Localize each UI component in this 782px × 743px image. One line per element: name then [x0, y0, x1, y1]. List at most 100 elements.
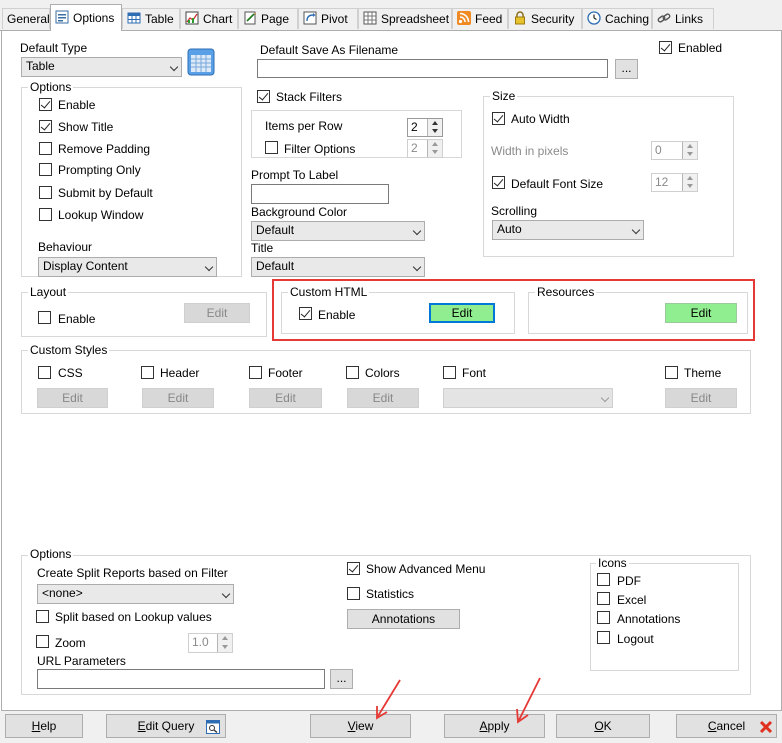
help-button[interactable]: Help: [5, 714, 83, 738]
width-in-pixels-label: Width in pixels: [491, 144, 569, 158]
split-reports-select[interactable]: <none>: [37, 584, 234, 604]
scrolling-select[interactable]: Auto: [492, 220, 644, 240]
url-parameters-input[interactable]: [37, 669, 325, 689]
default-type-label: Default Type: [20, 41, 88, 55]
prompting-only-label: Prompting Only: [58, 163, 141, 177]
spinner-down-icon[interactable]: [217, 643, 232, 652]
show-title-checkbox[interactable]: [39, 120, 52, 133]
calendar-table-icon[interactable]: [187, 48, 215, 76]
header-checkbox[interactable]: [141, 366, 154, 379]
remove-padding-checkbox[interactable]: [39, 142, 52, 155]
tab-label: Caching: [605, 12, 650, 26]
items-per-row-label: Items per Row: [265, 119, 343, 133]
css-checkbox[interactable]: [38, 366, 51, 379]
save-as-browse-button[interactable]: ...: [615, 59, 638, 79]
url-parameters-browse-button[interactable]: ...: [330, 669, 353, 689]
icons-annotations-checkbox[interactable]: [597, 611, 610, 624]
enabled-checkbox[interactable]: [659, 41, 672, 54]
tab-label: Table: [145, 12, 174, 26]
options-icon: [55, 7, 69, 24]
colors-checkbox[interactable]: [346, 366, 359, 379]
spinner-down-icon[interactable]: [682, 182, 697, 191]
default-type-select[interactable]: Table: [21, 57, 182, 77]
lookup-window-checkbox[interactable]: [39, 208, 52, 221]
tab-links[interactable]: Links: [652, 8, 714, 29]
layout-enable-label: Enable: [58, 312, 96, 326]
footer-edit-button[interactable]: Edit: [249, 388, 322, 408]
excel-checkbox[interactable]: [597, 592, 610, 605]
tab-table[interactable]: Table: [122, 8, 180, 29]
chevron-down-icon: [204, 262, 214, 272]
tab-pivot[interactable]: Pivot: [298, 8, 358, 29]
tab-chart[interactable]: Chart: [180, 8, 238, 29]
cancel-button[interactable]: Cancel: [676, 714, 777, 738]
tab-general[interactable]: General: [2, 8, 50, 29]
tab-label: Options: [73, 11, 115, 25]
width-value: 0: [655, 143, 662, 157]
footer-checkbox[interactable]: [249, 366, 262, 379]
header-edit-button[interactable]: Edit: [142, 388, 214, 408]
size-group-title: Size: [490, 89, 518, 103]
save-as-filename-input[interactable]: [257, 59, 608, 78]
css-edit-button[interactable]: Edit: [37, 388, 108, 408]
title-select[interactable]: Default: [251, 257, 425, 277]
tab-label: Chart: [203, 12, 233, 26]
background-color-select[interactable]: Default: [251, 221, 425, 241]
filter-options-checkbox[interactable]: [265, 141, 278, 154]
tab-page[interactable]: Page: [238, 8, 298, 29]
prompt-to-label-input[interactable]: [251, 184, 389, 204]
prompting-only-checkbox[interactable]: [39, 163, 52, 176]
font-size-spinner[interactable]: 12: [651, 173, 698, 192]
tab-label: Security: [531, 12, 575, 26]
tab-label: General: [7, 12, 50, 26]
tab-options[interactable]: Options: [50, 4, 122, 31]
theme-checkbox[interactable]: [665, 366, 678, 379]
edit-query-button[interactable]: Edit Query: [106, 714, 226, 738]
lookup-window-label: Lookup Window: [58, 208, 144, 222]
stack-filters-checkbox[interactable]: [257, 90, 270, 103]
tab-caching[interactable]: Caching: [582, 8, 652, 29]
zoom-value: 1.0: [192, 635, 209, 649]
tab-feed[interactable]: Feed: [452, 8, 508, 29]
font-checkbox[interactable]: [443, 366, 456, 379]
filter-options-spinner[interactable]: 2: [407, 139, 443, 158]
width-in-pixels-spinner[interactable]: 0: [651, 141, 698, 160]
highlight-box: [272, 279, 755, 341]
page-icon: [243, 11, 257, 25]
layout-group-title: Layout: [28, 285, 69, 299]
auto-width-label: Auto Width: [511, 112, 570, 126]
logout-checkbox[interactable]: [597, 631, 610, 644]
colors-edit-button[interactable]: Edit: [347, 388, 419, 408]
statistics-checkbox[interactable]: [347, 587, 360, 600]
spinner-down-icon[interactable]: [682, 150, 697, 159]
behaviour-label: Behaviour: [38, 240, 93, 254]
tab-security[interactable]: Security: [508, 8, 582, 29]
show-advanced-menu-checkbox[interactable]: [347, 562, 360, 575]
layout-enable-checkbox[interactable]: [38, 311, 51, 324]
tab-spreadsheet[interactable]: Spreadsheet: [358, 8, 452, 29]
items-per-row-spinner[interactable]: 2: [407, 118, 443, 137]
annotations-button[interactable]: Annotations: [347, 609, 460, 629]
spinner-down-icon[interactable]: [427, 127, 442, 136]
theme-label: Theme: [684, 366, 722, 380]
submit-by-default-checkbox[interactable]: [39, 186, 52, 199]
pdf-label: PDF: [617, 574, 641, 588]
default-font-size-checkbox[interactable]: [492, 176, 505, 189]
theme-edit-button[interactable]: Edit: [665, 388, 737, 408]
ok-button[interactable]: OK: [556, 714, 650, 738]
pdf-checkbox[interactable]: [597, 573, 610, 586]
icons-group-title: Icons: [596, 556, 629, 570]
apply-button[interactable]: Apply: [444, 714, 545, 738]
prompt-to-label: Prompt To Label: [251, 168, 339, 182]
spreadsheet-icon: [363, 11, 377, 25]
font-select[interactable]: [443, 388, 613, 408]
enable-checkbox[interactable]: [39, 98, 52, 111]
split-lookup-checkbox[interactable]: [36, 610, 49, 623]
behaviour-select[interactable]: Display Content: [38, 257, 217, 277]
zoom-checkbox[interactable]: [36, 635, 49, 648]
spinner-down-icon[interactable]: [427, 148, 442, 157]
auto-width-checkbox[interactable]: [492, 112, 505, 125]
layout-edit-button[interactable]: Edit: [184, 303, 250, 323]
view-button[interactable]: View: [310, 714, 411, 738]
zoom-spinner[interactable]: 1.0: [188, 633, 233, 653]
